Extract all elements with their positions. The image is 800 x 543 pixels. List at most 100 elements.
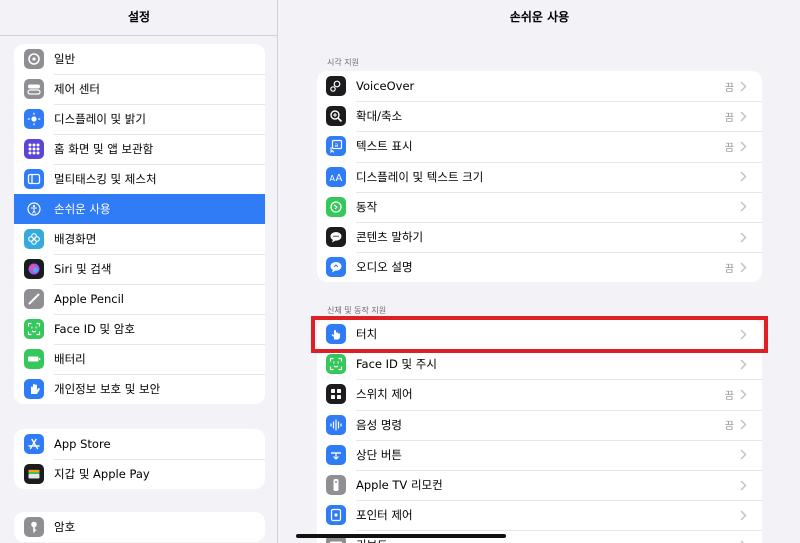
sidebar-item-0-3[interactable]: 홈 화면 및 앱 보관함 xyxy=(14,134,265,164)
sidebar-item-label: 개인정보 보호 및 보안 xyxy=(54,382,161,396)
voice-control-icon xyxy=(326,414,346,435)
key-icon xyxy=(24,517,44,537)
gear-icon xyxy=(24,49,44,69)
svg-text:a: a xyxy=(335,142,339,149)
sidebar-title: 설정 xyxy=(127,10,151,24)
sidebar-item-0-11[interactable]: 개인정보 보호 및 보안 xyxy=(14,374,265,404)
sidebar-item-1-1[interactable]: 지갑 및 Apple Pay xyxy=(14,459,265,489)
sidebar-group-passwords: 암호 xyxy=(14,512,265,542)
setting-row-label: 터치 xyxy=(356,327,378,342)
top-button-icon xyxy=(326,444,346,465)
chevron-right-icon xyxy=(740,389,754,400)
setting-row-0-1[interactable]: 확대/축소 끔 xyxy=(317,101,762,131)
home-indicator[interactable] xyxy=(296,534,506,538)
setting-row-value: 끔 xyxy=(724,263,734,275)
sidebar-item-label: 배경화면 xyxy=(54,232,97,246)
sidebar-item-label: 배터리 xyxy=(54,352,86,366)
sidebar-item-label: 암호 xyxy=(54,520,76,534)
setting-row-label: 확대/축소 xyxy=(356,109,403,124)
sidebar-divider xyxy=(0,35,277,36)
multitasking-icon xyxy=(24,169,44,189)
chevron-right-icon xyxy=(740,201,754,212)
sidebar-group-main: 일반제어 센터디스플레이 및 밝기홈 화면 및 앱 보관함멀티태스킹 및 제스처… xyxy=(14,44,265,404)
svg-text:A: A xyxy=(336,173,343,184)
sidebar-item-1-0[interactable]: App Store xyxy=(14,429,265,459)
touch-hand-icon xyxy=(326,324,346,345)
chevron-right-icon xyxy=(740,329,754,340)
battery-icon xyxy=(24,349,44,369)
physical-group: 터치 Face ID 및 주시 스위치 제어 끔 음성 명령 끔 상단 버튼 Apple TV… xyxy=(317,319,762,543)
zoom-icon xyxy=(326,106,346,127)
sidebar: 설정 일반제어 센터디스플레이 및 밝기홈 화면 및 앱 보관함멀티태스킹 및 … xyxy=(0,0,278,543)
setting-row-0-3[interactable]: A A 디스플레이 및 텍스트 크기 xyxy=(317,161,762,192)
setting-row-1-3[interactable]: 음성 명령 끔 xyxy=(317,409,762,440)
sidebar-item-label: 일반 xyxy=(54,52,76,66)
setting-row-0-6[interactable]: 오디오 설명 끔 xyxy=(317,252,762,282)
chevron-right-icon xyxy=(740,510,754,521)
sidebar-item-label: 홈 화면 및 앱 보관함 xyxy=(54,142,154,156)
setting-row-0-4[interactable]: 동작 xyxy=(317,191,762,222)
section-header-physical: 신체 및 동작 지원 xyxy=(327,306,387,315)
face-id-icon xyxy=(24,319,44,339)
sidebar-item-0-5[interactable]: 손쉬운 사용 xyxy=(14,194,265,224)
chevron-right-icon xyxy=(740,111,754,122)
setting-row-0-5[interactable]: 콘텐츠 말하기 xyxy=(317,221,762,252)
sidebar-item-label: Siri 및 검색 xyxy=(54,262,112,276)
setting-row-1-4[interactable]: 상단 버튼 xyxy=(317,439,762,470)
sidebar-item-label: Apple Pencil xyxy=(54,292,124,306)
setting-row-1-2[interactable]: 스위치 제어 끔 xyxy=(317,379,762,409)
sidebar-item-0-7[interactable]: Siri 및 검색 xyxy=(14,254,265,284)
remote-icon xyxy=(326,475,346,496)
setting-row-0-0[interactable]: VoiceOver 끔 xyxy=(317,71,762,101)
sidebar-item-0-4[interactable]: 멀티태스킹 및 제스처 xyxy=(14,164,265,194)
switch-control-icon xyxy=(326,384,346,405)
sidebar-item-label: 손쉬운 사용 xyxy=(54,202,111,216)
hover-text-icon: a xyxy=(326,136,346,157)
vision-group: VoiceOver 끔 확대/축소 끔 a 텍스트 표시 끔 A A 디스플레이 및 텍스트 크기… xyxy=(317,71,762,283)
sidebar-item-0-9[interactable]: Face ID 및 암호 xyxy=(14,314,265,344)
chevron-right-icon xyxy=(740,232,754,243)
chevron-right-icon xyxy=(740,81,754,92)
setting-row-label: VoiceOver xyxy=(356,79,415,94)
sidebar-item-label: 지갑 및 Apple Pay xyxy=(54,467,150,481)
accessibility-icon xyxy=(24,199,44,219)
setting-row-value: 끔 xyxy=(724,421,734,433)
sidebar-item-2-0[interactable]: 암호 xyxy=(14,512,265,542)
setting-row-1-0[interactable]: 터치 xyxy=(317,319,762,349)
setting-row-value: 끔 xyxy=(724,82,734,94)
setting-row-0-2[interactable]: a 텍스트 표시 끔 xyxy=(317,131,762,161)
sidebar-item-0-10[interactable]: 배터리 xyxy=(14,344,265,374)
sidebar-item-0-8[interactable]: Apple Pencil xyxy=(14,284,265,314)
setting-row-label: 포인터 제어 xyxy=(356,508,413,523)
sidebar-item-label: App Store xyxy=(54,437,111,451)
sidebar-item-0-0[interactable]: 일반 xyxy=(14,44,265,74)
setting-row-label: 음성 명령 xyxy=(356,417,402,432)
audio-description-icon xyxy=(326,257,346,278)
setting-row-label: 디스플레이 및 텍스트 크기 xyxy=(356,169,484,184)
wallet-icon xyxy=(24,464,44,484)
chevron-right-icon xyxy=(740,449,754,460)
setting-row-label: 콘텐츠 말하기 xyxy=(356,230,424,245)
setting-row-1-6[interactable]: 포인터 제어 xyxy=(317,500,762,530)
setting-row-1-5[interactable]: Apple TV 리모컨 xyxy=(317,469,762,500)
sidebar-item-label: 멀티태스킹 및 제스처 xyxy=(54,172,157,186)
page-title: 손쉬운 사용 xyxy=(509,10,570,24)
sidebar-item-label: 제어 센터 xyxy=(54,82,100,96)
chevron-right-icon xyxy=(740,141,754,152)
setting-row-label: 오디오 설명 xyxy=(356,260,413,275)
voiceover-icon xyxy=(326,76,346,97)
sidebar-item-0-6[interactable]: 배경화면 xyxy=(14,224,265,254)
setting-row-value: 끔 xyxy=(724,390,734,402)
motion-icon xyxy=(326,196,346,217)
pointer-icon xyxy=(326,505,346,526)
sidebar-item-0-1[interactable]: 제어 센터 xyxy=(14,74,265,104)
section-header-vision: 시각 지원 xyxy=(327,58,359,67)
chevron-right-icon xyxy=(740,419,754,430)
app-grid-icon xyxy=(24,139,44,159)
sidebar-item-0-2[interactable]: 디스플레이 및 밝기 xyxy=(14,104,265,134)
setting-row-label: 스위치 제어 xyxy=(356,387,413,402)
setting-row-label: Face ID 및 주시 xyxy=(356,357,437,372)
setting-row-1-1[interactable]: Face ID 및 주시 xyxy=(317,349,762,379)
chevron-right-icon xyxy=(740,171,754,182)
setting-row-value: 끔 xyxy=(724,112,734,124)
